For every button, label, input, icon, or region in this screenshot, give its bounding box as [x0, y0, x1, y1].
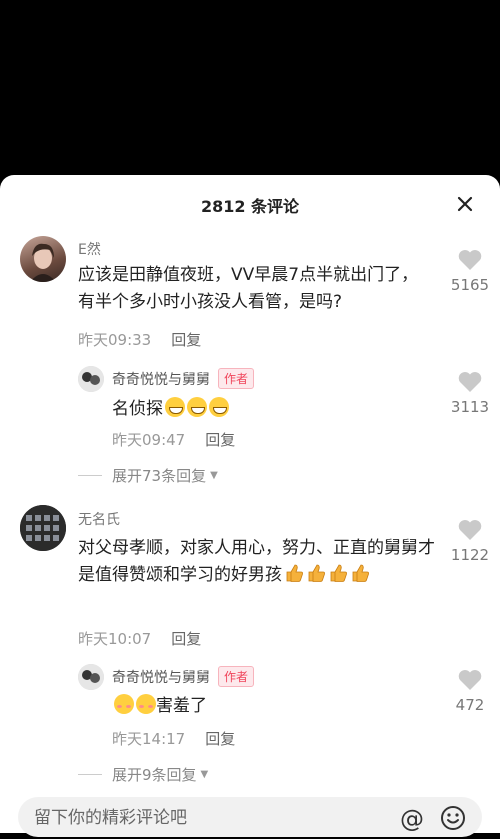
- grin-emoji-icon: [165, 397, 185, 417]
- avatar-image: [30, 243, 56, 282]
- thumbs-up-emoji-icon: [330, 564, 347, 582]
- like-button[interactable]: 5165: [440, 248, 500, 294]
- reply-text: 害羞了: [112, 693, 207, 720]
- avatar-image: [78, 664, 104, 690]
- avatar-image: [20, 505, 66, 551]
- comment-text: 对父母孝顺，对家人用心，努力、正直的舅舅才是值得赞颂和学习的好男孩: [78, 535, 440, 589]
- like-button[interactable]: 472: [440, 668, 500, 714]
- comment-count-title: 2812 条评论: [200, 197, 300, 216]
- expand-replies[interactable]: 展开9条回复 ▼: [78, 764, 208, 785]
- avatar[interactable]: [78, 664, 104, 690]
- shy-emoji-icon: [114, 694, 134, 714]
- reply-button[interactable]: 回复: [205, 728, 235, 749]
- reply-meta: 昨天14:17 回复: [112, 728, 235, 749]
- reply-button[interactable]: 回复: [171, 329, 201, 350]
- expand-label: 展开9条回复: [112, 766, 197, 784]
- at-icon[interactable]: @: [400, 805, 424, 833]
- comment-time: 昨天09:33: [78, 331, 152, 349]
- avatar[interactable]: [20, 236, 66, 282]
- heart-icon: [458, 250, 482, 270]
- reply-header: 奇奇悦悦与舅舅 作者: [112, 368, 255, 389]
- reply-header: 奇奇悦悦与舅舅 作者: [112, 666, 255, 687]
- grin-emoji-icon: [187, 397, 207, 417]
- reply-time: 昨天09:47: [112, 431, 186, 449]
- heart-icon: [458, 372, 482, 392]
- comment-meta: 昨天09:33 回复: [78, 329, 201, 350]
- comment-input-bar: @: [18, 797, 482, 839]
- chevron-down-icon: ▼: [200, 769, 209, 780]
- expand-label: 展开73条回复: [112, 467, 207, 485]
- heart-icon: [458, 670, 482, 690]
- comment-text-content: 对父母孝顺，对家人用心，努力、正直的舅舅才是值得赞颂和学习的好男孩: [78, 538, 435, 585]
- expand-replies[interactable]: 展开73条回复 ▼: [78, 465, 218, 486]
- author-badge: 作者: [218, 666, 255, 687]
- reply-text-content: 名侦探: [112, 399, 163, 419]
- comment-meta: 昨天10:07 回复: [78, 628, 201, 649]
- reply-text: 名侦探: [112, 396, 229, 423]
- reply-time: 昨天14:17: [112, 730, 186, 748]
- reply-button[interactable]: 回复: [171, 628, 201, 649]
- emoji-icon[interactable]: [440, 805, 466, 831]
- like-count: 1122: [450, 546, 490, 564]
- reply-text-content: 害羞了: [156, 696, 207, 716]
- like-count: 5165: [450, 276, 490, 294]
- reply-meta: 昨天09:47 回复: [112, 429, 235, 450]
- thumbs-up-emoji-icon: [308, 564, 325, 582]
- heart-icon: [458, 520, 482, 540]
- grin-emoji-icon: [209, 397, 229, 417]
- thumbs-up-emoji-icon: [286, 564, 303, 582]
- close-icon: [457, 196, 473, 212]
- comment-username[interactable]: 无名氏: [78, 509, 120, 529]
- like-count: 472: [455, 696, 485, 714]
- divider: [78, 774, 102, 775]
- chevron-down-icon: ▼: [210, 470, 218, 481]
- shy-emoji-icon: [136, 694, 156, 714]
- reply-username[interactable]: 奇奇悦悦与舅舅: [112, 667, 210, 687]
- comment-username[interactable]: E然: [78, 239, 101, 259]
- like-button[interactable]: 3113: [440, 370, 500, 416]
- divider: [78, 475, 102, 476]
- close-button[interactable]: [454, 193, 476, 215]
- avatar[interactable]: [78, 366, 104, 392]
- like-button[interactable]: 1122: [440, 518, 500, 564]
- avatar-image: [78, 366, 104, 392]
- like-count: 3113: [450, 398, 490, 416]
- avatar[interactable]: [20, 505, 66, 551]
- reply-button[interactable]: 回复: [205, 429, 235, 450]
- thumbs-up-emoji-icon: [352, 564, 369, 582]
- reply-username[interactable]: 奇奇悦悦与舅舅: [112, 369, 210, 389]
- author-badge: 作者: [218, 368, 255, 389]
- comment-text: 应该是田静值夜班，VV早晨7点半就出门了，有半个多小时小孩没人看管，是吗?: [78, 265, 419, 312]
- comment-time: 昨天10:07: [78, 630, 152, 648]
